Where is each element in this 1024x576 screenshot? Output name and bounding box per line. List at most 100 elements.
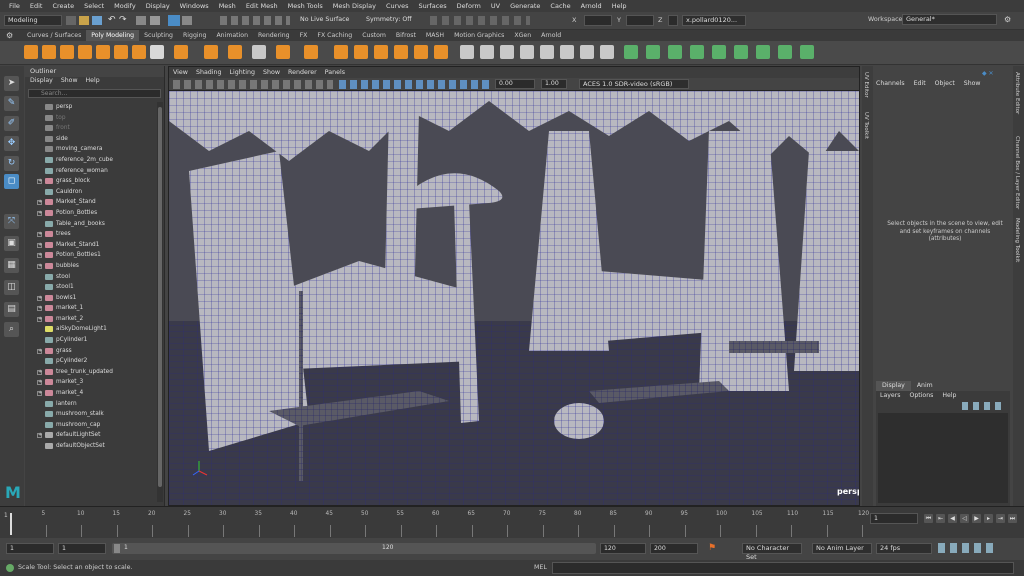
fps-dropdown[interactable]: 24 fps	[876, 543, 932, 554]
outliner-item-table-and-books[interactable]: Table_and_books	[25, 219, 157, 230]
menu-mesh[interactable]: Mesh	[214, 2, 241, 10]
redo-icon[interactable]: ↷	[119, 15, 127, 25]
character-set-dropdown[interactable]: No Character Set	[742, 543, 802, 561]
outliner-item-side[interactable]: side	[25, 134, 157, 145]
outliner-item-front[interactable]: front	[25, 123, 157, 134]
channel-box-menu-show[interactable]: Show	[964, 80, 981, 87]
menu-modify[interactable]: Modify	[109, 2, 141, 10]
expand-icon[interactable]: +	[37, 316, 42, 322]
transform-x-field[interactable]	[584, 15, 612, 26]
outliner-item-potion-bottles[interactable]: + Potion_Bottles	[25, 208, 157, 219]
menu-uv[interactable]: UV	[486, 2, 505, 10]
outliner-item-market-1[interactable]: + market_1	[25, 303, 157, 314]
uv-editor-tab[interactable]: UV Editor	[863, 72, 869, 98]
shelf-tab-arnold[interactable]: Arnold	[536, 30, 566, 41]
modeling-toolkit-tab[interactable]: Modeling Toolkit	[1014, 218, 1020, 262]
outliner-menu-display[interactable]: Display	[30, 77, 53, 87]
bridge-icon[interactable]	[414, 45, 428, 59]
viewport-menu-shading[interactable]: Shading	[196, 69, 222, 76]
four-view-icon[interactable]: ▦	[4, 258, 19, 273]
boolean-icon[interactable]	[520, 45, 534, 59]
layer-tab-anim[interactable]: Anim	[911, 381, 939, 391]
outliner-item-stool1[interactable]: stool1	[25, 282, 157, 293]
mel-label[interactable]: MEL	[534, 564, 547, 571]
mirror-icon[interactable]	[540, 45, 554, 59]
expand-icon[interactable]: +	[37, 242, 42, 248]
mesh-retopo-icon[interactable]	[800, 45, 814, 59]
plane-icon[interactable]	[114, 45, 128, 59]
gamma-field[interactable]: 1.00	[541, 79, 567, 89]
uv-auto-icon[interactable]	[646, 45, 660, 59]
multi-cut-icon[interactable]	[480, 45, 494, 59]
playback-end-field[interactable]: 120	[600, 543, 646, 554]
svg-icon[interactable]	[276, 45, 290, 59]
menu-help[interactable]: Help	[607, 2, 632, 10]
separate-icon[interactable]	[354, 45, 368, 59]
time-slider[interactable]: 1 5 10 15 20 25 30 35 40 45 50 55 60 65 70 75 80 85 90 95 1…	[0, 506, 1024, 538]
range-start-handle[interactable]	[114, 544, 120, 553]
expand-icon[interactable]: +	[37, 348, 42, 354]
workspace-dropdown[interactable]: General*	[902, 14, 997, 25]
menu-set-dropdown[interactable]: Modeling	[4, 15, 62, 26]
channel-box-menu-channels[interactable]: Channels	[876, 80, 905, 87]
select-hierarchy-icon[interactable]	[136, 16, 146, 25]
primitive-ext-icon[interactable]	[304, 45, 318, 59]
menu-surfaces[interactable]: Surfaces	[414, 2, 452, 10]
outliner-item-bowls1[interactable]: + bowls1	[25, 293, 157, 304]
layer-menu-layers[interactable]: Layers	[880, 391, 900, 401]
menu-edit-mesh[interactable]: Edit Mesh	[241, 2, 283, 10]
viewport-menu-lighting[interactable]: Lighting	[230, 69, 255, 76]
disc-icon[interactable]	[132, 45, 146, 59]
insert-loop-icon[interactable]	[460, 45, 474, 59]
smooth-icon[interactable]	[374, 45, 388, 59]
channel-box-layer-editor-tab[interactable]: Channel Box / Layer Editor	[1014, 136, 1020, 209]
outliner-item-cauldron[interactable]: Cauldron	[25, 187, 157, 198]
symmetry-label[interactable]: Symmetry: Off	[366, 16, 412, 23]
exposure-field[interactable]: 0.00	[495, 79, 535, 89]
scale-tool-icon[interactable]: ◻	[4, 174, 19, 189]
shelf-tab-bifrost[interactable]: Bifrost	[391, 30, 421, 41]
outliner-menu-help[interactable]: Help	[86, 77, 100, 87]
shelf-tab-fx[interactable]: FX	[295, 30, 313, 41]
rotate-tool-icon[interactable]: ↻	[4, 156, 19, 171]
viewport-menu-view[interactable]: View	[173, 69, 188, 76]
viewport-menu-panels[interactable]: Panels	[325, 69, 345, 76]
paint-select-icon[interactable]: ✐	[4, 116, 19, 131]
playback-start-field[interactable]: 1	[58, 543, 106, 554]
outliner-item-defaultlightset[interactable]: + defaultLightSet	[25, 430, 157, 441]
menu-select[interactable]: Select	[79, 2, 109, 10]
shelf-settings-icon[interactable]: ⚙	[6, 31, 13, 40]
shelf-tab-xgen[interactable]: XGen	[509, 30, 536, 41]
outliner-item-mushroom-stalk[interactable]: mushroom_stalk	[25, 409, 157, 420]
step-forward-frame-icon[interactable]: ▸	[984, 514, 993, 523]
bevel-icon[interactable]	[394, 45, 408, 59]
expand-icon[interactable]: +	[37, 380, 42, 386]
uv-toolkit-tab[interactable]: UV Toolkit	[863, 112, 869, 139]
play-backwards-icon[interactable]: ◁	[960, 514, 969, 523]
user-account-dropdown[interactable]: x.pollard0120...	[682, 15, 746, 26]
step-back-frame-icon[interactable]: ◀	[948, 514, 957, 523]
menu-generate[interactable]: Generate	[505, 2, 545, 10]
move-tool-icon[interactable]: ✥	[4, 136, 19, 151]
transform-z-field[interactable]	[668, 15, 678, 26]
spiral-icon[interactable]	[228, 45, 242, 59]
outliner-item-tree-trunk-updated[interactable]: + tree_trunk_updated	[25, 367, 157, 378]
uv-planar-icon[interactable]	[624, 45, 638, 59]
outliner-item-stool[interactable]: stool	[25, 272, 157, 283]
channel-box-menu-edit[interactable]: Edit	[914, 80, 926, 87]
expand-icon[interactable]: +	[37, 232, 42, 238]
anim-start-field[interactable]: 1	[6, 543, 54, 554]
outliner-item-defaultobjectset[interactable]: defaultObjectSet	[25, 441, 157, 452]
play-forwards-icon[interactable]: ▶	[972, 514, 981, 523]
shelf-tab-mash[interactable]: MASH	[421, 30, 449, 41]
menu-display[interactable]: Display	[141, 2, 175, 10]
save-scene-icon[interactable]	[92, 16, 102, 25]
sphere-icon[interactable]	[24, 45, 38, 59]
menu-curves[interactable]: Curves	[381, 2, 414, 10]
outliner-item-market-stand[interactable]: + Market_Stand	[25, 197, 157, 208]
render-tools-icons[interactable]	[430, 16, 530, 25]
menu-edit[interactable]: Edit	[25, 2, 48, 10]
expand-icon[interactable]: +	[37, 391, 42, 397]
expand-icon[interactable]: +	[37, 253, 42, 259]
shelf-tab-sculpting[interactable]: Sculpting	[139, 30, 178, 41]
